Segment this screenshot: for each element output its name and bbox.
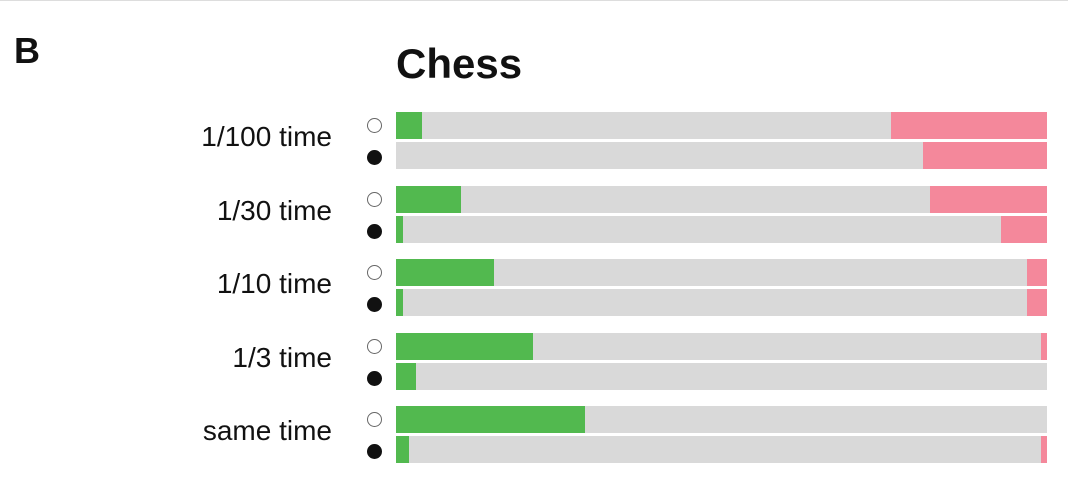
green-segment (396, 259, 494, 286)
category-label: 1/100 time (201, 121, 332, 152)
bar-filled (396, 215, 1047, 243)
green-segment (396, 289, 403, 316)
pink-segment (923, 142, 1047, 169)
open-circle-marker (367, 338, 382, 354)
filled-circle-marker (367, 297, 382, 312)
filled-circle-marker (367, 150, 382, 165)
pink-segment (1027, 259, 1047, 286)
bar-open (396, 259, 1047, 286)
chart-title: Chess (396, 40, 523, 87)
pink-segment (1027, 289, 1047, 316)
panel-label: B (14, 30, 40, 71)
bar-filled (396, 289, 1047, 316)
green-segment (396, 406, 585, 433)
green-segment (396, 436, 410, 463)
bar-open (396, 112, 1047, 139)
green-segment (396, 332, 533, 360)
green-segment (396, 185, 462, 213)
pink-segment (1040, 436, 1047, 463)
green-segment (396, 362, 416, 390)
top-border (0, 0, 1068, 1)
filled-circle-marker (367, 444, 382, 459)
filled-circle-marker (367, 370, 382, 386)
pink-segment (1040, 332, 1047, 360)
category-label: same time (202, 415, 332, 446)
green-segment (396, 215, 403, 243)
filled-circle-marker (367, 223, 382, 239)
open-circle-marker (367, 118, 382, 133)
pink-segment (1001, 215, 1047, 243)
open-circle-marker (367, 265, 382, 280)
green-segment (396, 112, 423, 139)
bar-open (396, 406, 1047, 433)
pink-segment (890, 112, 1047, 139)
bar-open (396, 185, 1047, 213)
pink-segment (929, 185, 1047, 213)
open-circle-marker (367, 412, 382, 427)
open-circle-marker (367, 191, 382, 207)
bar-filled (396, 436, 1047, 463)
bar-open (396, 332, 1047, 360)
category-label: 1/30 time (216, 194, 332, 226)
category-label: 1/3 time (232, 341, 332, 373)
bar-filled (396, 142, 1047, 169)
category-label: 1/10 time (216, 268, 332, 299)
bar-filled (396, 362, 1047, 390)
